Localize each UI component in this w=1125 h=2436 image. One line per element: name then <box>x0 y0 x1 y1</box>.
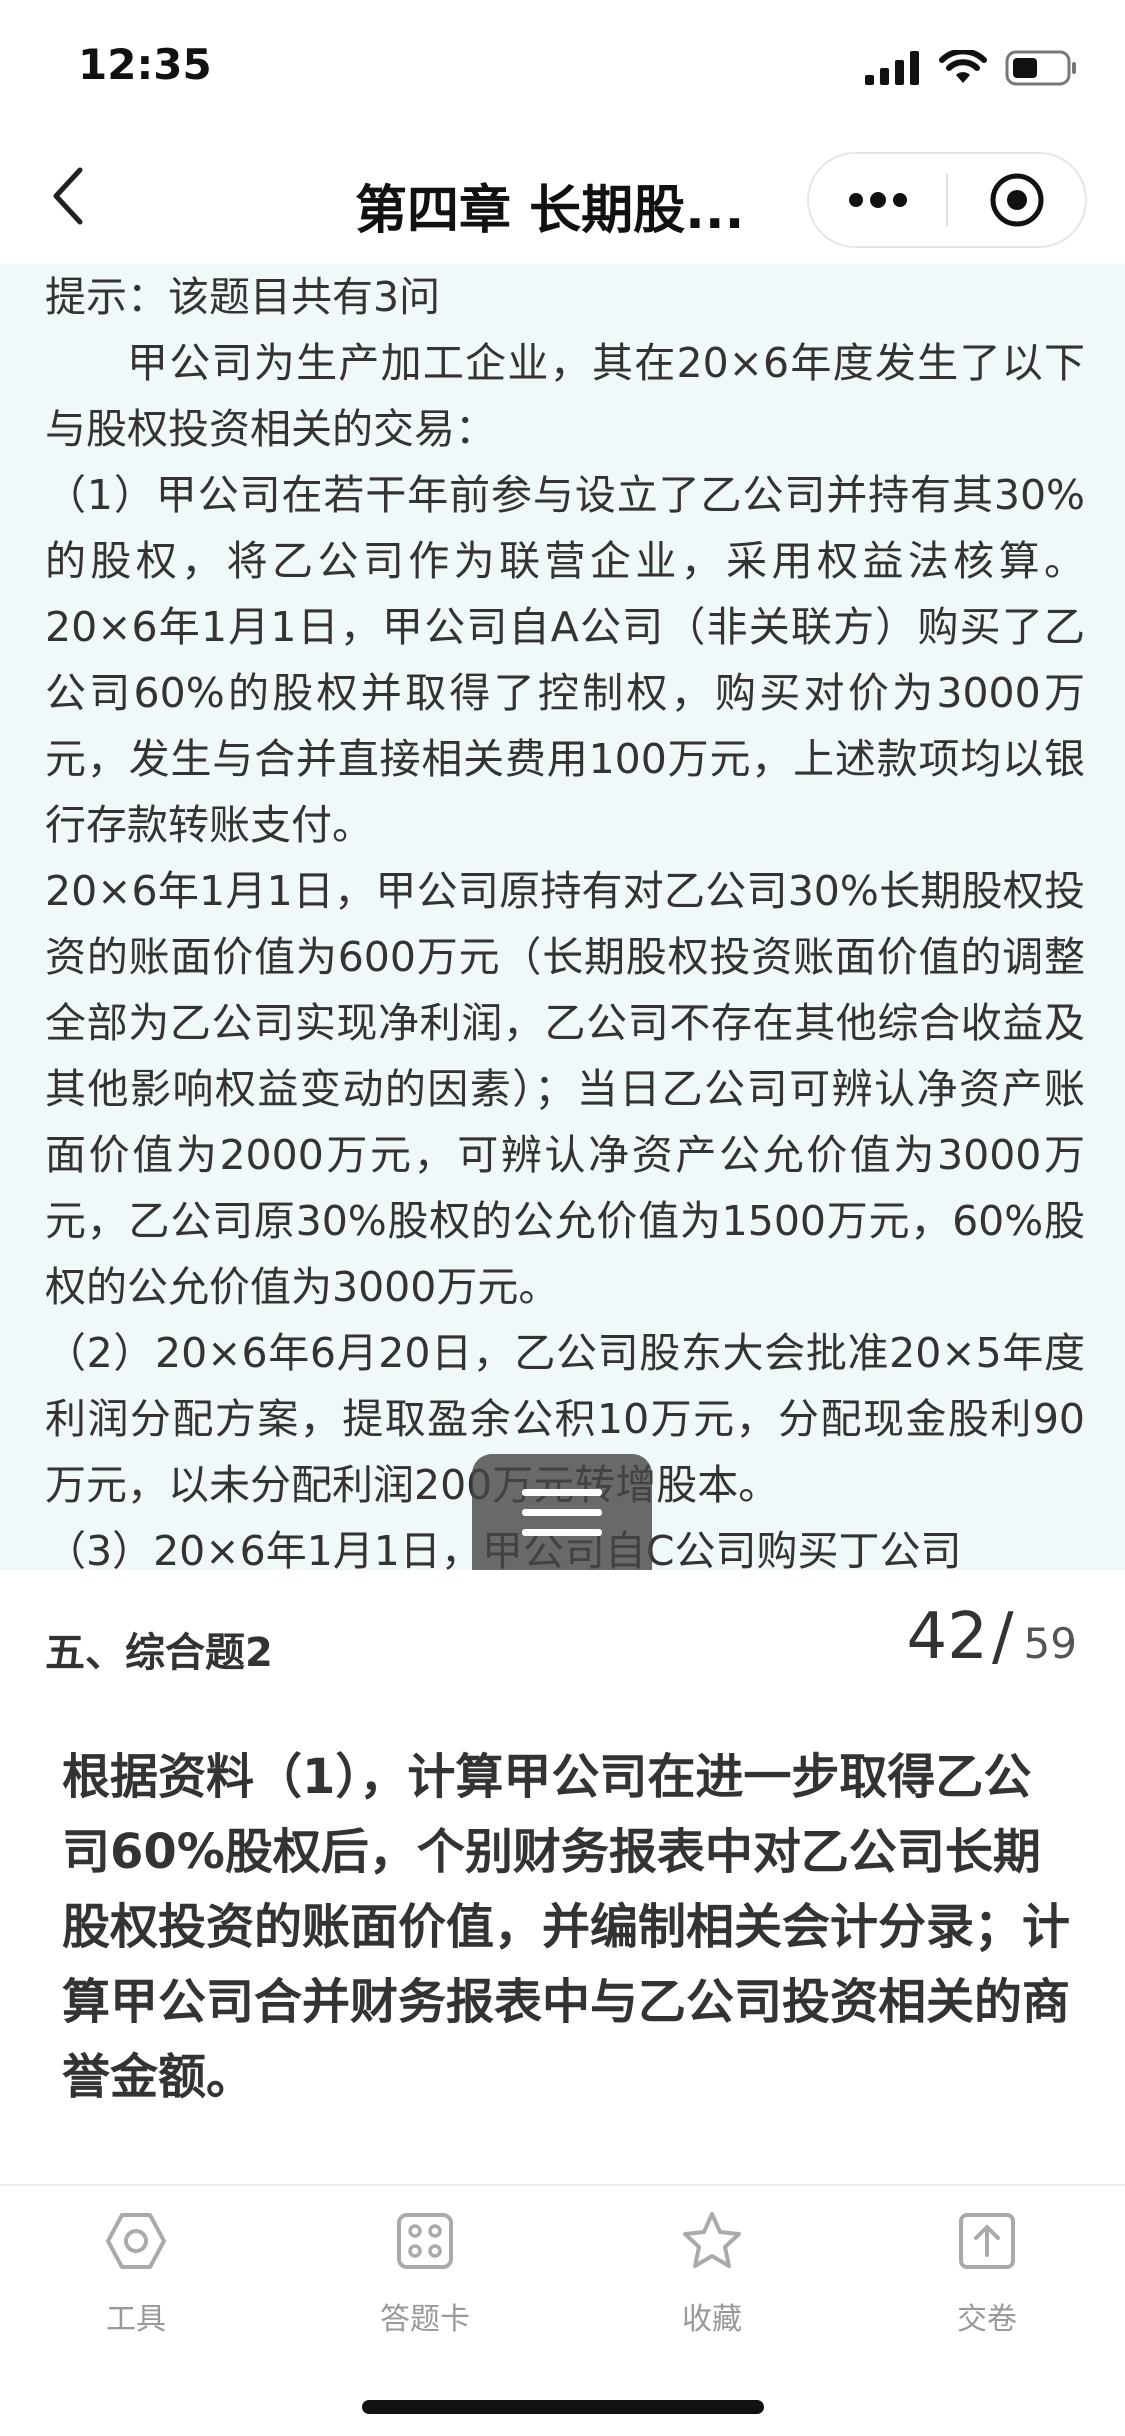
exam-page: 12:35 第四章 长期股... 提示：该题目共有3问 甲公司为生产加工企业，其… <box>0 0 1125 2436</box>
current-question-number: 42 <box>906 1600 988 1674</box>
question-type-label: 五、综合题2 <box>45 1630 273 1676</box>
question-hint: 提示：该题目共有3问 <box>45 273 441 321</box>
answer-card-button[interactable]: 答题卡 <box>325 2206 525 2346</box>
answer-card-icon <box>397 2213 453 2269</box>
question-progress: 42 / 59 <box>907 1600 1077 1674</box>
material-paragraph: 20×6年1月1日，甲公司原持有对乙公司30%长期股权投资的账面价值为600万元… <box>45 867 1085 1311</box>
more-button[interactable] <box>809 154 946 246</box>
nav-bar: 第四章 长期股... <box>0 132 1125 264</box>
toolbar-label: 收藏 <box>682 2302 742 2337</box>
toolbar-label: 答题卡 <box>380 2302 470 2337</box>
back-button[interactable] <box>38 156 98 236</box>
question-header: 五、综合题2 42 / 59 <box>0 1570 1125 1720</box>
battery-icon <box>1005 50 1076 86</box>
material-paragraph: （1）甲公司在若干年前参与设立了乙公司并持有其30%的股权，将乙公司作为联营企业… <box>45 471 1085 849</box>
favorite-button[interactable]: 收藏 <box>612 2206 812 2346</box>
chevron-left-icon <box>53 167 83 225</box>
toolbar-label: 交卷 <box>957 2302 1017 2337</box>
tools-button[interactable]: 工具 <box>36 2206 236 2346</box>
progress-separator: / <box>991 1600 1014 1674</box>
target-circle-icon <box>990 173 1043 227</box>
status-icons <box>865 48 1077 88</box>
more-dots-icon <box>848 192 907 208</box>
bottom-toolbar: 工具 答题卡 收藏 交卷 <box>0 2184 1125 2436</box>
case-material-panel[interactable]: 提示：该题目共有3问 甲公司为生产加工企业，其在20×6年度发生了以下与股权投资… <box>0 264 1125 1570</box>
toolbar-label: 工具 <box>106 2302 166 2337</box>
home-indicator <box>362 2400 764 2414</box>
question-text: 根据资料（1），计算甲公司在进一步取得乙公司60%股权后，个别财务报表中对乙公司… <box>62 1749 1071 2105</box>
case-material-content: 提示：该题目共有3问 甲公司为生产加工企业，其在20×6年度发生了以下与股权投资… <box>45 264 1085 1570</box>
hexagon-tool-icon <box>106 2213 166 2269</box>
hamburger-menu-icon <box>522 1489 602 1536</box>
star-icon <box>683 2212 741 2268</box>
material-paragraph: 甲公司为生产加工企业，其在20×6年度发生了以下与股权投资相关的交易： <box>45 339 1085 453</box>
mini-program-capsule <box>807 152 1087 248</box>
submit-upload-icon <box>959 2213 1015 2269</box>
submit-exam-button[interactable]: 交卷 <box>887 2206 1087 2346</box>
status-bar: 12:35 <box>0 0 1125 132</box>
total-question-count: 59 <box>1023 1619 1077 1668</box>
wifi-icon <box>939 50 987 83</box>
close-mini-program-button[interactable] <box>948 154 1085 246</box>
panel-drag-handle[interactable] <box>472 1454 652 1572</box>
page-title: 第四章 长期股... <box>355 181 745 241</box>
cellular-signal-icon <box>865 51 919 85</box>
status-time: 12:35 <box>78 40 212 89</box>
